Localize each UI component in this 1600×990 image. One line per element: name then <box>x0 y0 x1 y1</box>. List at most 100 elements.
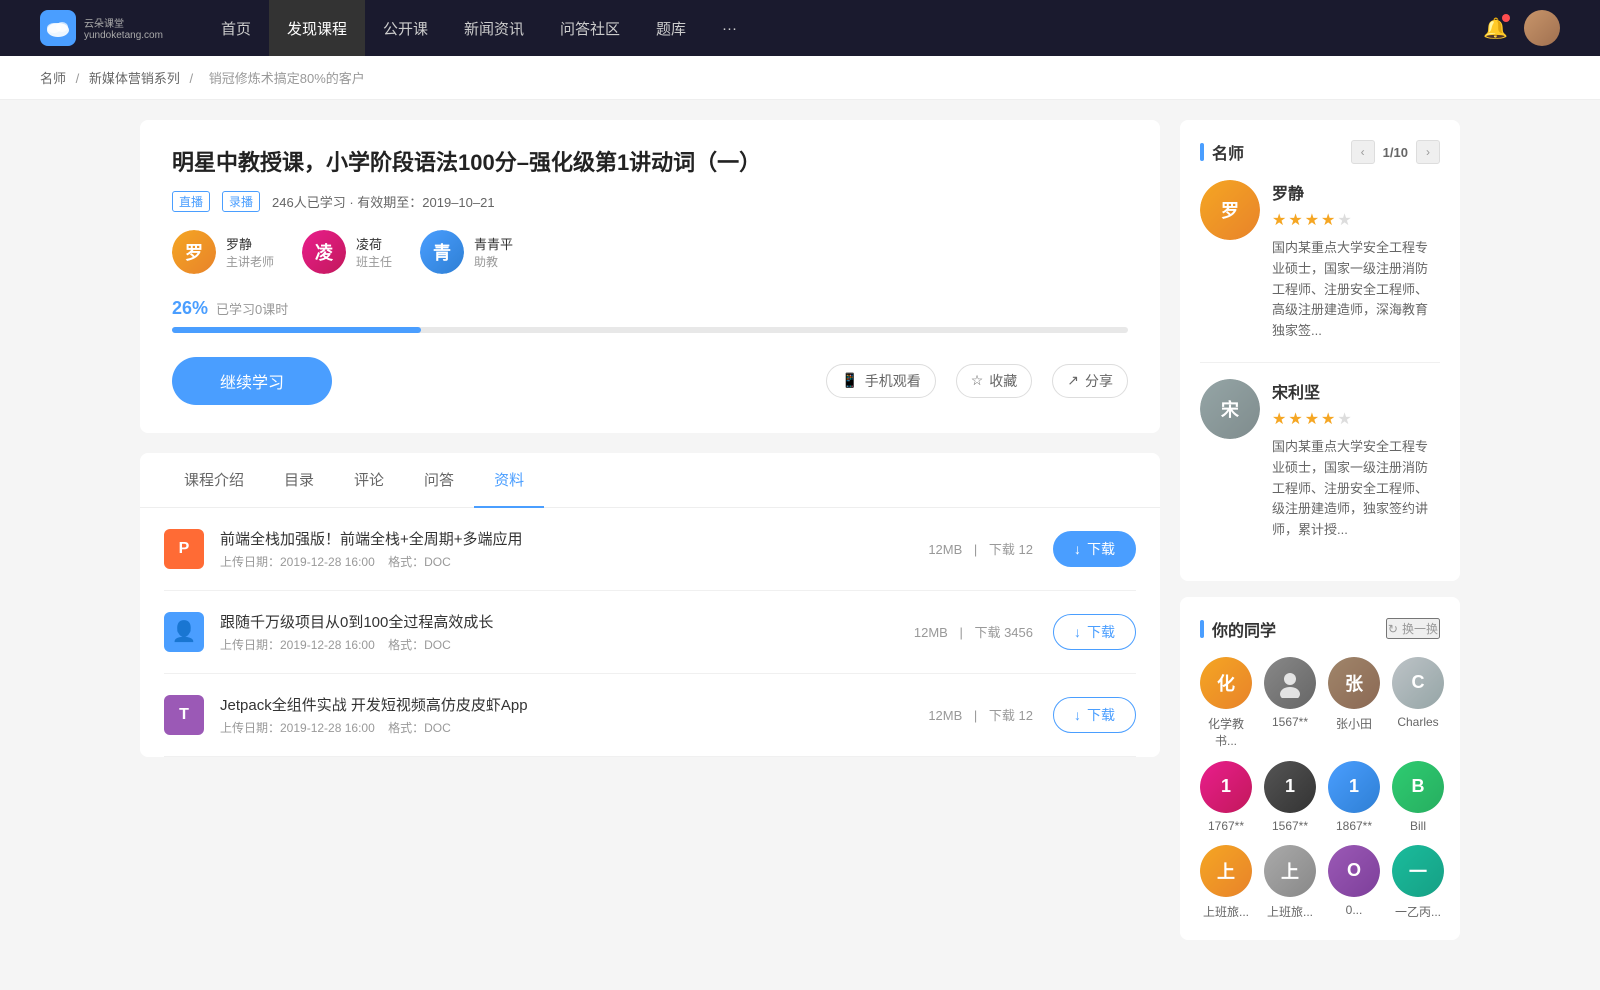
teacher-prev-button[interactable]: ‹ <box>1351 140 1375 164</box>
tab-qa[interactable]: 问答 <box>404 453 474 508</box>
teacher-3: 青 青青平 助教 <box>420 230 513 274</box>
sidebar-teacher-2-name: 宋利坚 <box>1272 379 1440 403</box>
classmate-10[interactable]: 上 上班旅... <box>1264 845 1316 920</box>
file-item: 👤 跟随千万级项目从0到100全过程高效成长 上传日期：2019-12-28 1… <box>164 591 1136 674</box>
star2-4: ★ <box>1321 409 1335 429</box>
classmate-2-name: 1567** <box>1272 715 1308 729</box>
classmate-1-avatar: 化 <box>1200 657 1252 709</box>
user-avatar[interactable] <box>1524 10 1560 46</box>
tab-intro[interactable]: 课程介绍 <box>164 453 264 508</box>
classmate-3[interactable]: 张 张小田 <box>1328 657 1380 749</box>
teacher-page-num: 1/10 <box>1383 145 1408 160</box>
classmate-11-avatar: O <box>1328 845 1380 897</box>
continue-study-button[interactable]: 继续学习 <box>172 357 332 405</box>
collect-icon: ☆ <box>971 372 984 389</box>
classmate-5-avatar: 1 <box>1200 761 1252 813</box>
badge-live: 直播 <box>172 191 210 212</box>
progress-label: 26% 已学习0课时 <box>172 298 1128 319</box>
file-stat-sep2: | <box>959 625 966 640</box>
refresh-classmates-button[interactable]: ↻ 换一换 <box>1386 618 1440 639</box>
file-2-meta: 上传日期：2019-12-28 16:00 格式：DOC <box>220 636 894 653</box>
tab-materials[interactable]: 资料 <box>474 453 544 508</box>
classmates-title-text: 你的同学 <box>1212 617 1276 641</box>
share-button[interactable]: ↗ 分享 <box>1052 364 1128 398</box>
sidebar-teacher-1-img: 罗 <box>1200 180 1260 240</box>
download-button-3[interactable]: ↓ 下载 <box>1053 697 1136 733</box>
tab-catalog[interactable]: 目录 <box>264 453 334 508</box>
classmate-8-avatar: B <box>1392 761 1444 813</box>
teachers-title-text: 名师 <box>1212 140 1244 164</box>
classmate-2[interactable]: 1567** <box>1264 657 1316 749</box>
star-4: ★ <box>1321 210 1335 230</box>
course-card: 明星中教授课，小学阶段语法100分–强化级第1讲动词（一） 直播 录播 246人… <box>140 120 1160 433</box>
breadcrumb-home[interactable]: 名师 <box>40 71 66 86</box>
navbar: 云朵课堂 yundoketang.com 首页 发现课程 公开课 新闻资讯 问答… <box>0 0 1600 56</box>
teacher-3-name: 青青平 <box>474 234 513 253</box>
classmate-9[interactable]: 上 上班旅... <box>1200 845 1252 920</box>
teacher-divider <box>1200 362 1440 363</box>
download-label-1: 下载 <box>1087 539 1115 559</box>
course-meta: 直播 录播 246人已学习 · 有效期至：2019–10–21 <box>172 191 1128 212</box>
nav-right-actions: 🔔 <box>1483 10 1560 46</box>
sidebar-teacher-1-desc: 国内某重点大学安全工程专业硕士，国家一级注册消防工程师、注册安全工程师、高级注册… <box>1272 238 1440 342</box>
classmate-7-name: 1867** <box>1336 819 1372 833</box>
nav-qa[interactable]: 问答社区 <box>542 0 638 56</box>
teacher-1-role: 主讲老师 <box>226 253 274 270</box>
teacher-3-info: 青青平 助教 <box>474 234 513 270</box>
classmate-6[interactable]: 1 1567** <box>1264 761 1316 833</box>
classmates-title: 你的同学 ↻ 换一换 <box>1200 617 1440 641</box>
classmate-11[interactable]: O 0... <box>1328 845 1380 920</box>
classmate-5[interactable]: 1 1767** <box>1200 761 1252 833</box>
teacher-2-name: 凌荷 <box>356 234 392 253</box>
notification-bell[interactable]: 🔔 <box>1483 16 1508 41</box>
nav-logo[interactable]: 云朵课堂 yundoketang.com <box>40 10 163 46</box>
classmate-4[interactable]: C Charles <box>1392 657 1444 749</box>
title-accent-bar <box>1200 143 1204 161</box>
mobile-watch-button[interactable]: 📱 手机观看 <box>826 364 935 398</box>
share-label: 分享 <box>1085 371 1113 391</box>
file-3-stats: 12MB | 下载 12 <box>924 705 1037 724</box>
sidebar-teacher-1-stars: ★ ★ ★ ★ ★ <box>1272 210 1440 230</box>
mobile-icon: 📱 <box>841 372 858 389</box>
teacher-2-role: 班主任 <box>356 253 392 270</box>
file-1-info: 前端全栈加强版！前端全栈+全周期+多端应用 上传日期：2019-12-28 16… <box>220 528 908 570</box>
teacher-next-button[interactable]: › <box>1416 140 1440 164</box>
teacher-1-avatar-img: 罗 <box>172 230 216 274</box>
tab-review[interactable]: 评论 <box>334 453 404 508</box>
nav-question-bank[interactable]: 题库 <box>638 0 704 56</box>
file-2-icon-symbol: 👤 <box>172 619 197 644</box>
progress-section: 26% 已学习0课时 <box>172 298 1128 333</box>
content-area: 明星中教授课，小学阶段语法100分–强化级第1讲动词（一） 直播 录播 246人… <box>140 120 1160 956</box>
classmate-7[interactable]: 1 1867** <box>1328 761 1380 833</box>
star-5: ★ <box>1337 210 1351 230</box>
nav-more[interactable]: ··· <box>704 0 755 56</box>
file-1-name: 前端全栈加强版！前端全栈+全周期+多端应用 <box>220 528 908 549</box>
classmate-1[interactable]: 化 化学教书... <box>1200 657 1252 749</box>
classmate-9-name: 上班旅... <box>1203 903 1249 920</box>
file-stat-sep: | <box>974 542 981 557</box>
breadcrumb-series[interactable]: 新媒体营销系列 <box>89 71 180 86</box>
download-icon-2: ↓ <box>1074 624 1081 640</box>
teacher-2-avatar: 凌 <box>302 230 346 274</box>
teacher-1-info: 罗静 主讲老师 <box>226 234 274 270</box>
classmate-8[interactable]: B Bill <box>1392 761 1444 833</box>
file-1-stats: 12MB | 下载 12 <box>924 539 1037 558</box>
download-button-1[interactable]: ↓ 下载 <box>1053 531 1136 567</box>
sidebar-teacher-1: 罗 罗静 ★ ★ ★ ★ ★ 国内某重点大学安全工程专业硕士，国家一级注册消防工… <box>1200 180 1440 342</box>
file-3-name: Jetpack全组件实战 开发短视频高仿皮皮虾App <box>220 694 908 715</box>
classmate-4-name: Charles <box>1397 715 1438 729</box>
nav-news[interactable]: 新闻资讯 <box>446 0 542 56</box>
teachers-list: 罗 罗静 主讲老师 凌 凌荷 班主任 <box>172 230 1128 274</box>
teacher-pagination: ‹ 1/10 › <box>1351 140 1440 164</box>
download-label-2: 下载 <box>1087 622 1115 642</box>
download-button-2[interactable]: ↓ 下载 <box>1053 614 1136 650</box>
file-2-date: 上传日期：2019-12-28 16:00 <box>220 638 375 652</box>
nav-public[interactable]: 公开课 <box>365 0 446 56</box>
nav-home[interactable]: 首页 <box>203 0 269 56</box>
nav-discover[interactable]: 发现课程 <box>269 0 365 56</box>
sidebar-teacher-2-avatar: 宋 <box>1200 379 1260 439</box>
classmate-6-name: 1567** <box>1272 819 1308 833</box>
sidebar-teacher-1-name: 罗静 <box>1272 180 1440 204</box>
collect-button[interactable]: ☆ 收藏 <box>956 364 1033 398</box>
classmate-12[interactable]: 一 一乙丙... <box>1392 845 1444 920</box>
